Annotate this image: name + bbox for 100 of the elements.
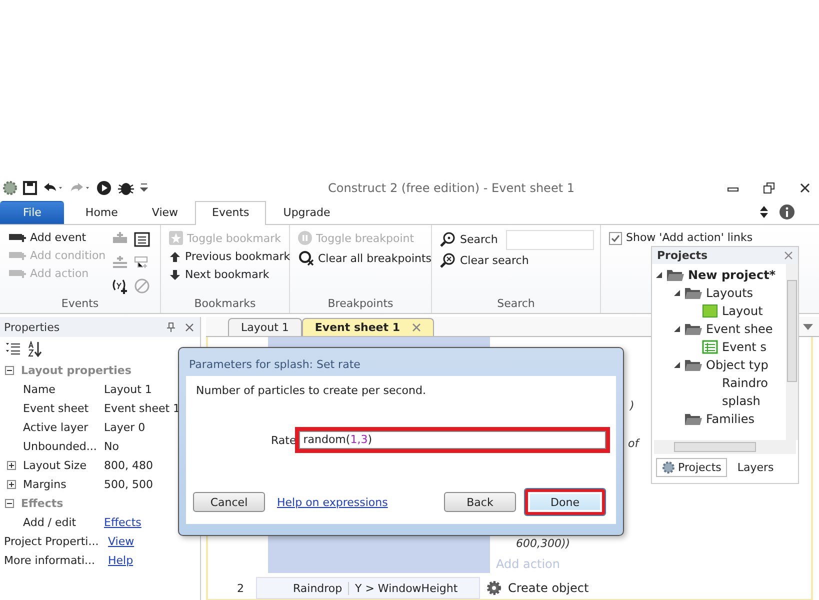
tree-item[interactable]: Event s xyxy=(722,340,766,354)
tree-item[interactable]: Object typ xyxy=(706,358,768,372)
expanded-arrow-icon[interactable] xyxy=(674,326,680,332)
group-label: Search xyxy=(496,297,536,312)
property-name: Margins xyxy=(23,478,68,491)
group-label: Bookmarks xyxy=(193,297,257,312)
tree-item[interactable]: splash xyxy=(722,394,760,408)
expanded-arrow-icon[interactable] xyxy=(674,362,680,368)
clear-search-icon xyxy=(440,252,456,268)
gear-icon xyxy=(662,461,675,474)
ribbon-tab[interactable]: View xyxy=(134,201,196,224)
add-block-icon xyxy=(8,232,26,244)
add-block-icon xyxy=(8,268,26,280)
property-name: More informati... xyxy=(3,554,96,567)
tree-item[interactable]: Raindro xyxy=(722,376,768,390)
done-button[interactable]: Done xyxy=(524,488,606,516)
pin-icon[interactable] xyxy=(167,322,175,332)
dropdown-icon[interactable] xyxy=(803,324,813,330)
property-name: Event sheet xyxy=(23,402,90,415)
checkbox-label: Show 'Add action' links xyxy=(626,232,753,244)
expanded-arrow-icon[interactable] xyxy=(674,290,680,296)
tree-item[interactable]: Event shee xyxy=(706,322,773,336)
dropdown-icon[interactable] xyxy=(140,182,148,194)
tree-item[interactable]: New project* xyxy=(688,268,776,282)
property-name: Layout Size xyxy=(23,459,88,472)
close-icon[interactable] xyxy=(799,182,811,194)
sub-event-icon[interactable] xyxy=(134,255,150,270)
collapse-toggle[interactable] xyxy=(5,499,14,508)
back-button[interactable]: Back xyxy=(444,492,516,512)
condition-row[interactable]: Raindrop Y > WindowHeight xyxy=(256,577,480,599)
ribbon-button[interactable]: Search xyxy=(440,231,498,247)
ribbon-tab[interactable]: Upgrade xyxy=(266,201,348,224)
ribbon-button[interactable]: Previous bookmark xyxy=(169,250,290,263)
tree-item[interactable]: Layouts xyxy=(706,286,754,300)
layout-icon xyxy=(702,304,718,318)
down-arrow-icon xyxy=(169,268,181,280)
restore-icon[interactable] xyxy=(763,182,775,194)
sheet-icon xyxy=(702,340,718,354)
up-down-arrows-icon[interactable] xyxy=(759,205,769,219)
ribbon-button[interactable]: Clear search xyxy=(440,252,529,268)
help-link[interactable]: Help on expressions xyxy=(277,496,388,508)
expand-toggle[interactable] xyxy=(7,461,16,470)
gear-icon xyxy=(486,580,502,596)
description: Number of particles to create per second. xyxy=(196,384,427,397)
star-icon xyxy=(169,231,183,245)
action-text: ) xyxy=(630,399,634,412)
save-icon[interactable] xyxy=(23,180,37,194)
action-text: 600,300)) xyxy=(516,537,570,550)
ribbon-tab[interactable]: File xyxy=(0,201,64,224)
section-label: Effects xyxy=(21,497,64,510)
variable-icon[interactable] xyxy=(112,278,128,294)
cancel-button[interactable]: Cancel xyxy=(193,492,265,512)
section-label: Layout properties xyxy=(21,364,132,377)
folder-icon xyxy=(684,286,702,300)
property-name: Name xyxy=(23,383,56,396)
folder-icon xyxy=(684,322,702,336)
folder-icon xyxy=(684,358,702,372)
group-label: Breakpoints xyxy=(326,297,394,312)
property-name: Project Properti... xyxy=(3,535,100,548)
horizontal-scrollbar[interactable] xyxy=(654,440,796,454)
categorized-icon[interactable] xyxy=(5,342,21,356)
ribbon-button[interactable]: Add event xyxy=(8,231,86,244)
property-name: Unbounded... xyxy=(23,440,98,453)
expanded-arrow-icon[interactable] xyxy=(656,272,662,278)
checkbox[interactable] xyxy=(609,232,622,245)
ribbon-button[interactable]: Next bookmark xyxy=(169,268,270,281)
group-label: Events xyxy=(60,297,100,312)
search-field[interactable] xyxy=(506,230,594,250)
window-title: Construct 2 (free edition) - Event sheet 1 xyxy=(328,181,574,195)
ribbon-tab[interactable]: Events xyxy=(195,201,266,225)
expand-toggle[interactable] xyxy=(7,480,16,489)
property-value[interactable]: Help xyxy=(108,554,134,567)
panel-title: Properties xyxy=(4,320,60,334)
ribbon-button[interactable]: Clear all breakpoints xyxy=(298,250,432,266)
panel-title: Projects xyxy=(657,249,708,262)
property-value: 500, 500 xyxy=(104,478,153,491)
play-icon[interactable] xyxy=(96,180,112,196)
panel-tab[interactable]: Layers xyxy=(731,458,780,477)
tree-item[interactable]: Layout xyxy=(722,304,763,318)
property-value: Layout 1 xyxy=(104,383,152,396)
panel-tab[interactable]: Projects xyxy=(656,458,728,477)
pause-icon xyxy=(298,231,312,245)
collapse-toggle[interactable] xyxy=(5,366,14,375)
dialog-title: Parameters for splash: Set rate xyxy=(188,357,362,373)
info-icon[interactable] xyxy=(779,204,795,220)
property-value[interactable]: Effects xyxy=(104,516,142,529)
property-value[interactable]: View xyxy=(108,535,134,548)
sort-alphabetical-icon[interactable] xyxy=(27,341,43,357)
property-name: Active layer xyxy=(23,421,90,434)
ribbon-tab[interactable]: Home xyxy=(68,201,135,224)
document-tab[interactable]: Event sheet 1 xyxy=(302,318,434,336)
list-icon[interactable] xyxy=(134,231,150,247)
document-tab[interactable]: Layout 1 xyxy=(228,318,302,336)
tree-item[interactable]: Families xyxy=(706,412,754,426)
property-value: 800, 480 xyxy=(104,459,153,472)
search-icon xyxy=(440,231,456,247)
event-number: 2 xyxy=(236,582,244,594)
property-value: Layer 0 xyxy=(104,421,146,434)
gear-icon[interactable] xyxy=(2,180,18,196)
vertical-scrollbar[interactable] xyxy=(786,264,798,440)
